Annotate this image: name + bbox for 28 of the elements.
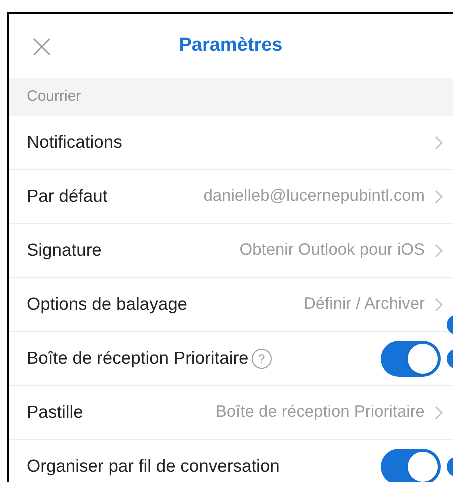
close-icon[interactable]	[33, 38, 51, 56]
row-value: Boîte de réception Prioritaire	[216, 402, 425, 424]
row-label: Pastille	[27, 401, 84, 424]
chevron-icon	[435, 406, 443, 420]
row-label: Options de balayage	[27, 293, 188, 316]
row-value: Obtenir Outlook pour iOS	[240, 240, 425, 262]
row-label: Signature	[27, 239, 102, 262]
settings-row[interactable]: Organiser par fil de conversation	[9, 440, 453, 482]
chevron-icon	[435, 136, 443, 150]
settings-row[interactable]: Signature Obtenir Outlook pour iOS	[9, 224, 453, 278]
settings-row[interactable]: Options de balayage Définir / Archiver	[9, 278, 453, 332]
row-value: danielleb@lucernepubintl.com	[204, 186, 425, 208]
settings-row[interactable]: Par défaut danielleb@lucernepubintl.com	[9, 170, 453, 224]
row-label: Par défaut	[27, 185, 108, 208]
settings-row[interactable]: Pastille Boîte de réception Prioritaire	[9, 386, 453, 440]
row-label: Notifications	[27, 131, 122, 154]
chevron-icon	[435, 298, 443, 312]
screen-title: Paramètres	[179, 34, 283, 58]
section-header: Courrier	[27, 86, 82, 107]
settings-row[interactable]: Notifications	[9, 116, 453, 170]
chevron-icon	[435, 190, 443, 204]
row-label: Boîte de réception Prioritaire	[27, 347, 249, 370]
toggle-switch[interactable]	[381, 448, 441, 482]
toggle-switch[interactable]	[381, 340, 441, 376]
chevron-icon	[435, 244, 443, 258]
row-label: Organiser par fil de conversation	[27, 455, 280, 478]
row-value: Définir / Archiver	[304, 294, 425, 316]
settings-row[interactable]: Boîte de réception Prioritaire ?	[9, 332, 453, 386]
